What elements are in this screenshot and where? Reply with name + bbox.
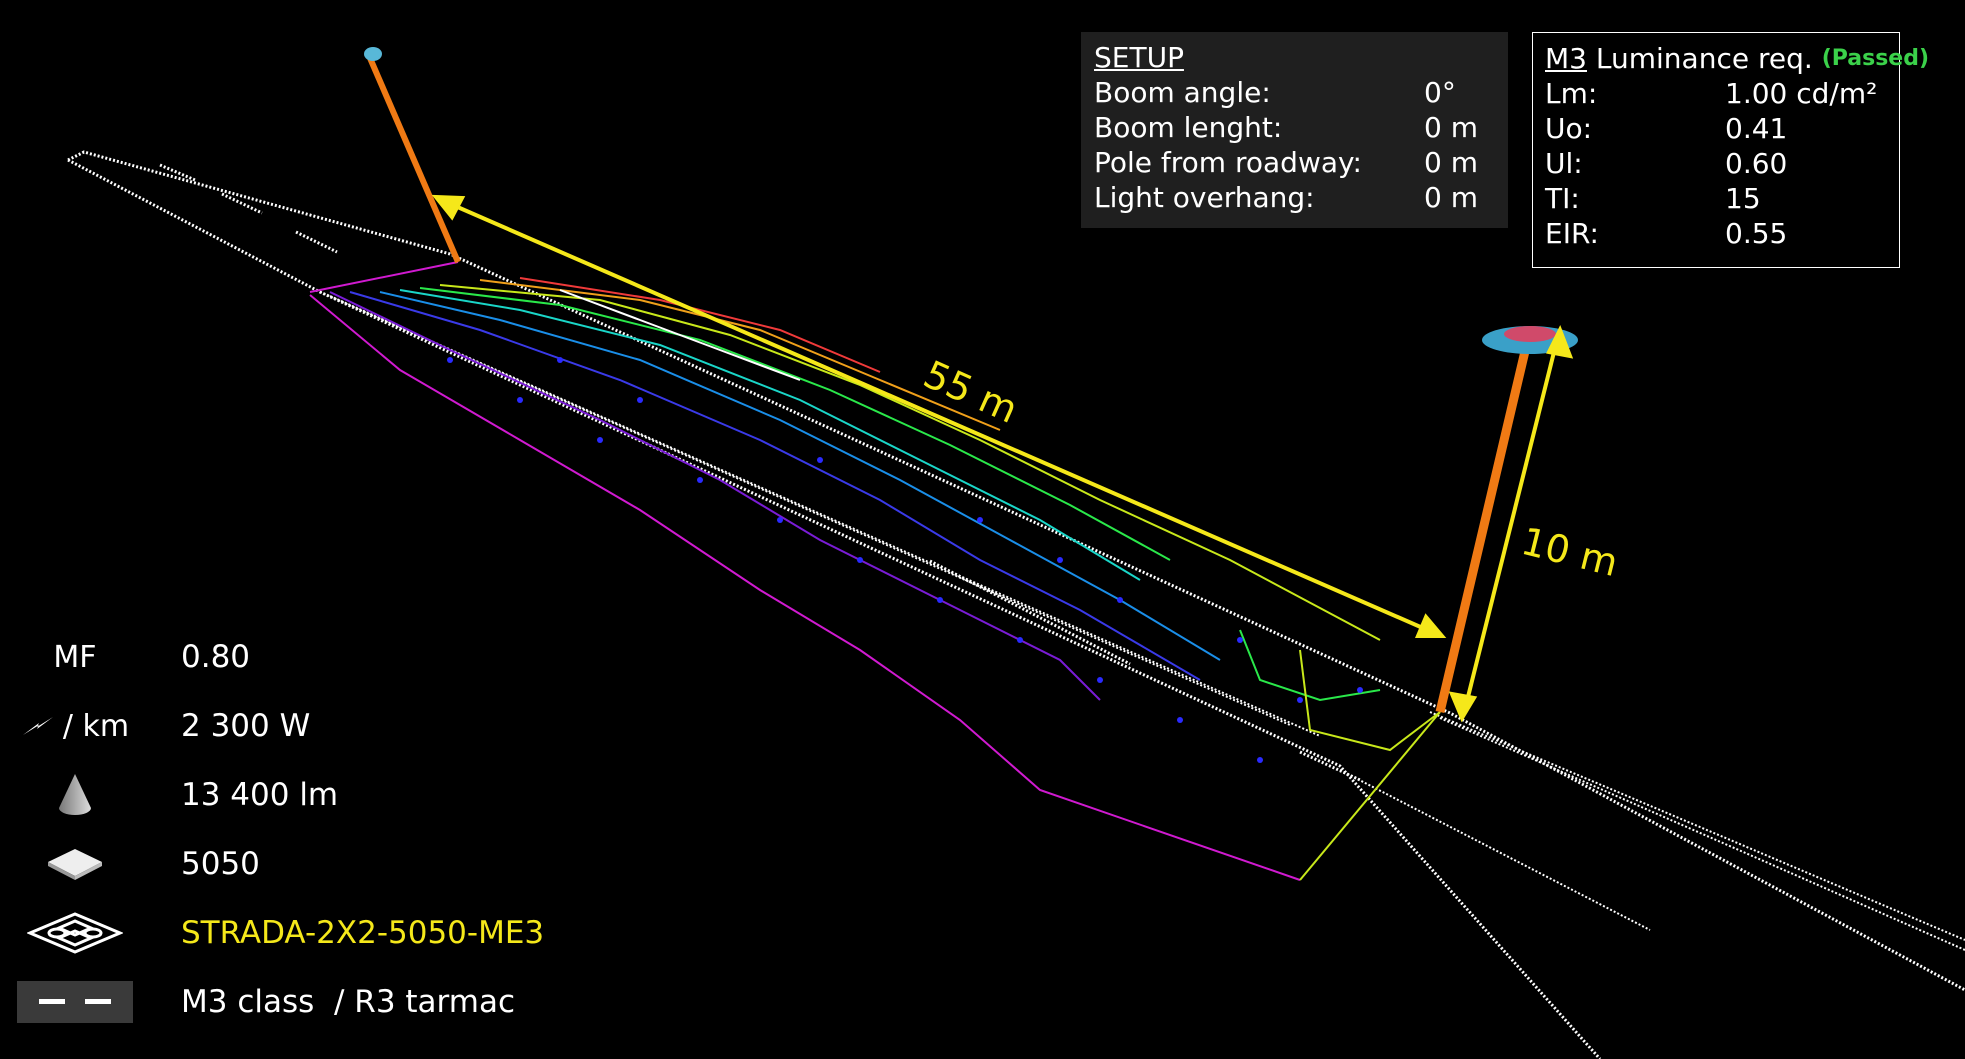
luminaire-module-icon — [27, 912, 123, 954]
legend-value-luminaire: STRADA-2X2-5050-ME3 — [181, 915, 545, 951]
legend-row-luminaire: STRADA-2X2-5050-ME3 — [0, 908, 544, 958]
luminance-panel: M3 Luminance req. (Passed) Lm: 1.00 cd/m²… — [1532, 32, 1930, 268]
legend-row-power: / km 2 300 W — [0, 701, 310, 751]
luminance-row-ul: Ul: 0.60 — [1545, 147, 1788, 180]
legend-value-power: 2 300 W — [181, 708, 311, 744]
setup-panel: SETUP Boom angle: 0° Boom lenght: 0 m Pole… — [1081, 32, 1508, 228]
road-edge-far — [67, 150, 1965, 992]
road-marking-icon — [17, 981, 133, 1023]
passed-status: (Passed) — [1821, 46, 1930, 71]
setup-row-light-overhang: Light overhang: 0 m — [1094, 181, 1478, 214]
dimension-lines — [431, 194, 1574, 723]
lane-dashes — [159, 163, 1361, 782]
led-chip-icon — [48, 849, 102, 880]
luminance-row-eir: EIR: 0.55 — [1545, 217, 1788, 250]
setup-row-boom-angle: Boom angle: 0° — [1094, 76, 1456, 109]
luminance-title: M3 Luminance req. (Passed) — [1545, 42, 1930, 75]
legend-value-mf: 0.80 — [181, 639, 251, 675]
legend-symbol-mf: MF — [53, 639, 97, 675]
setup-row-boom-length: Boom lenght: 0 m — [1094, 111, 1478, 144]
luminance-row-lm: Lm: 1.00 cd/m² — [1545, 77, 1878, 110]
legend-value-led: 5050 — [181, 846, 260, 882]
legend-row-flux: 13 400 lm — [0, 770, 338, 820]
setup-row-pole-from-roadway: Pole from roadway: 0 m — [1094, 146, 1478, 179]
luminance-row-uo: Uo: 0.41 — [1545, 112, 1788, 145]
legend-symbol-power: / km — [62, 708, 130, 744]
setup-title: SETUP — [1094, 41, 1184, 74]
light-cone-icon — [59, 774, 91, 815]
pole-left — [364, 47, 461, 264]
isoline-field — [309, 261, 1441, 881]
calculation-points — [447, 357, 1363, 763]
pole-right — [1435, 326, 1578, 714]
legend-row-led: 5050 — [0, 839, 260, 889]
legend-value-road-class: M3 class / R3 tarmac — [181, 984, 515, 1020]
legend-row-mf: MF 0.80 — [0, 632, 250, 682]
legend-value-flux: 13 400 lm — [181, 777, 339, 813]
luminance-row-ti: TI: 15 — [1545, 182, 1761, 215]
lightning-icon — [22, 717, 53, 735]
legend-row-road-class: M3 class / R3 tarmac — [0, 977, 515, 1027]
